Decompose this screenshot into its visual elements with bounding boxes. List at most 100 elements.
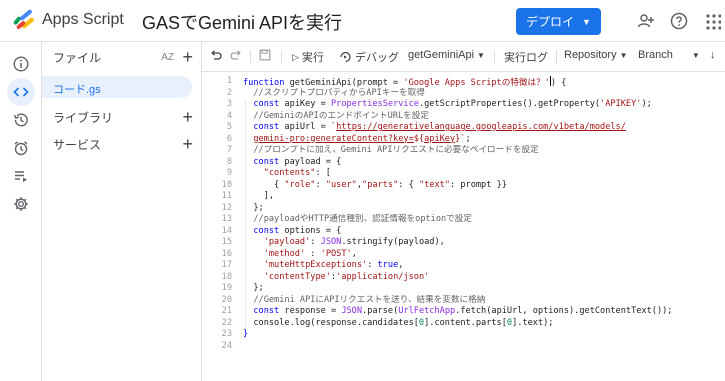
project-title[interactable]: GASでGemini APIを実行 [142, 9, 342, 35]
help-icon[interactable] [670, 12, 688, 30]
redo-icon[interactable] [230, 49, 242, 61]
line-number: 7 [226, 145, 232, 155]
history-icon [13, 113, 28, 127]
files-header: ファイル AZ + [42, 44, 202, 70]
caret-down-icon: ▼ [477, 50, 485, 60]
line-number: 3 [226, 99, 232, 109]
toolbar-divider [494, 50, 495, 64]
line-number: 1 [226, 76, 232, 86]
overview-button[interactable] [7, 50, 35, 78]
code-line-5: const apiUrl = `https://generativelangua… [253, 122, 626, 132]
code-icon [13, 87, 29, 97]
apps-script-logo[interactable] [12, 9, 38, 31]
file-item-code-gs[interactable]: コード.gs [42, 76, 192, 98]
code-line-6: gemini-pro:generateContent?key=${apiKey}… [253, 133, 471, 144]
line-number: 24 [221, 340, 232, 351]
files-label: ファイル [53, 50, 102, 65]
line-number: 2 [226, 87, 232, 98]
line-number: 15 [221, 237, 232, 247]
code-line-4: //GeminiのAPIのエンドポイントURLを設定 [243, 110, 429, 121]
code-line-11: ], [243, 191, 275, 201]
branch-select[interactable]: Branch ▼ [638, 49, 700, 61]
code-line-12: }; [243, 202, 264, 213]
branch-label: Branch [638, 49, 673, 61]
code-line-10: { "role": "user","parts": { "text": prom… [243, 179, 507, 190]
triggers-button[interactable] [7, 134, 35, 162]
line-number: 23 [221, 329, 232, 339]
code-line-19: }; [243, 283, 264, 293]
code-line-15: 'payload': JSON.stringify(payload), [263, 237, 445, 247]
undo-icon[interactable] [210, 49, 222, 61]
play-icon: ▷ [292, 51, 299, 62]
line-number: 13 [221, 214, 232, 224]
run-label: 実行 [301, 52, 324, 64]
debug-icon [340, 51, 351, 63]
history-button[interactable] [7, 106, 35, 134]
debug-label: デバッグ [355, 52, 399, 64]
line-number: 20 [221, 294, 232, 305]
line-number: 22 [221, 317, 232, 328]
app-name[interactable]: Apps Script [42, 11, 124, 29]
save-icon[interactable] [259, 49, 271, 61]
libraries-row: ライブラリ + [42, 104, 202, 130]
code-line-17: 'muteHttpExceptions': true, [263, 260, 404, 270]
add-service-icon[interactable]: + [182, 135, 193, 153]
info-icon [13, 56, 29, 72]
apps-grid-icon[interactable] [705, 12, 721, 30]
line-number: 12 [221, 202, 232, 213]
code-editor[interactable]: 1 2 3 4 5 6 7 8 9 10 11 12 13 14 15 16 17 18 19 20 21 22 23 24 … [202, 72, 725, 381]
line-number: 9 [226, 168, 232, 178]
caret-down-icon: ▼ [691, 50, 700, 60]
run-button[interactable]: ▷ 実行 [292, 49, 324, 65]
sort-icon[interactable]: AZ [161, 52, 174, 63]
code-line-3: const apiKey = PropertiesService.getScri… [253, 99, 652, 109]
more-arrow-icon[interactable]: ↓ [710, 49, 716, 61]
code-line-23: } [243, 329, 249, 339]
toolbar-divider [281, 50, 282, 64]
code-area[interactable]: function getGeminiApi(prompt = 'Google A… [243, 76, 725, 352]
line-number: 17 [221, 260, 232, 270]
line-number: 4 [226, 110, 232, 121]
line-number: 21 [221, 306, 232, 316]
code-line-7: //プロンプトに加え、Gemini APIリクエストに必要なペイロードを設定 [243, 145, 539, 155]
line-number: 14 [221, 225, 232, 236]
execution-log-button[interactable]: 実行ログ [504, 49, 548, 65]
file-name: コード.gs [53, 84, 101, 96]
line-number: 8 [226, 156, 232, 167]
executions-button[interactable] [7, 162, 35, 190]
add-file-icon[interactable]: + [182, 48, 193, 66]
code-line-9: "contents": [ [263, 168, 331, 178]
code-line-21: const response = JSON.parse(UrlFetchApp.… [253, 306, 673, 316]
repository-select[interactable]: Repository ▼ [564, 49, 628, 61]
function-name: getGeminiApi [408, 49, 475, 61]
files-panel: ファイル AZ + コード.gs ライブラリ + サービス + [42, 42, 202, 381]
toolbar-divider [556, 50, 557, 64]
caret-down-icon: ▼ [619, 50, 628, 60]
repository-label: Repository [564, 49, 617, 61]
code-line-13: //payloadやHTTP通信種別、認証情報をoptionで設定 [243, 214, 472, 224]
code-line-8: const payload = { [253, 156, 342, 167]
deploy-button[interactable]: デプロイ ▼ [516, 8, 601, 35]
deploy-label: デプロイ [526, 15, 575, 29]
line-number: 16 [221, 248, 232, 259]
function-select[interactable]: getGeminiApi ▼ [408, 49, 485, 61]
code-line-22: console.log(response.candidates[0].conte… [243, 317, 554, 328]
editor-toolbar: ▷ 実行 デバッグ getGeminiApi ▼ 実行ログ Repository… [202, 42, 725, 72]
code-line-18: 'contentType':'application/json' [263, 271, 430, 282]
add-library-icon[interactable]: + [182, 108, 193, 126]
services-row: サービス + [42, 131, 202, 157]
libraries-label: ライブラリ [53, 110, 114, 125]
add-person-icon[interactable] [637, 12, 655, 30]
line-number: 18 [221, 271, 232, 282]
chevron-down-icon: ▼ [582, 16, 591, 27]
editor-button[interactable] [7, 78, 35, 106]
debug-button[interactable]: デバッグ [339, 49, 399, 65]
line-number: 5 [226, 122, 232, 132]
settings-button[interactable] [7, 190, 35, 218]
line-number-gutter: 1 2 3 4 5 6 7 8 9 10 11 12 13 14 15 16 17 18 19 20 21 22 23 24 [202, 76, 232, 352]
line-number: 11 [221, 191, 232, 201]
code-line-20: //Gemini APIにAPIリクエストを送り、結果を変数に格納 [243, 294, 486, 305]
settings-icon [14, 197, 28, 211]
code-line-1: function getGeminiApi(prompt = 'Google A… [243, 76, 567, 88]
